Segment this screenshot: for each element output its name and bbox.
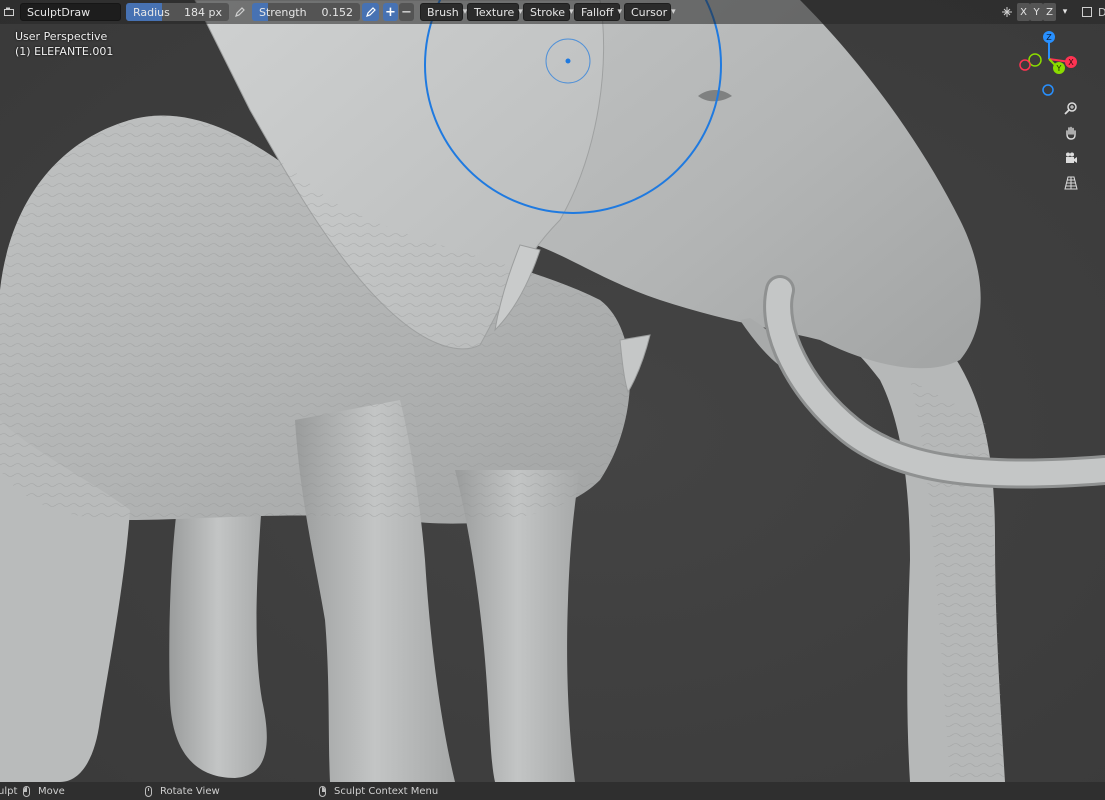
toggle-square-icon[interactable]	[1080, 3, 1094, 21]
3d-viewport[interactable]	[0, 0, 1105, 782]
mouse-middle-icon	[145, 785, 152, 797]
chevron-down-icon[interactable]: ▾	[1058, 3, 1072, 21]
grid-perspective-icon[interactable]	[1060, 172, 1082, 194]
strength-value: 0.152	[321, 5, 354, 19]
gizmo-y-label: Y	[1056, 64, 1062, 73]
status-context-label: Sculpt Context Menu	[334, 785, 439, 797]
chevron-down-icon: ▾	[569, 7, 574, 17]
gizmo-x-label: X	[1068, 58, 1074, 67]
gizmo-neg-y-axis[interactable]	[1028, 53, 1042, 67]
direction-subtract-button[interactable]: −	[399, 3, 414, 21]
brush-menu-label: Brush	[427, 5, 459, 19]
zoom-icon[interactable]	[1060, 97, 1082, 119]
texture-menu[interactable]: Texture ▾	[467, 3, 523, 21]
falloff-menu[interactable]: Falloff ▾	[574, 3, 623, 21]
cursor-menu[interactable]: Cursor ▾	[624, 3, 676, 21]
gizmo-z-label: Z	[1046, 33, 1052, 42]
radius-pressure-icon[interactable]	[231, 3, 248, 21]
symmetry-x-toggle[interactable]: X	[1017, 3, 1030, 21]
direction-add-button[interactable]: +	[383, 3, 398, 21]
symmetry-icon[interactable]	[1000, 3, 1014, 21]
falloff-menu-label: Falloff	[581, 5, 614, 19]
brush-menu[interactable]: Brush ▾	[420, 3, 467, 21]
radius-slider[interactable]: Radius 184 px	[126, 3, 229, 21]
strength-slider[interactable]: Strength 0.152	[252, 3, 360, 21]
chevron-down-icon: ▾	[671, 7, 676, 17]
symmetry-z-toggle[interactable]: Z	[1043, 3, 1056, 21]
cursor-menu-label: Cursor	[631, 5, 668, 19]
tool-header: SculptDraw Radius 184 px Strength 0.152 …	[0, 0, 1105, 24]
mouse-right-icon	[319, 785, 326, 797]
status-rotate-label: Rotate View	[160, 785, 220, 797]
mouse-left-icon	[23, 785, 30, 797]
header-cut-label[interactable]: D	[1098, 3, 1105, 21]
view-name: User Perspective	[15, 30, 108, 43]
chevron-down-icon: ▾	[617, 7, 623, 17]
status-context: Sculpt Context Menu	[319, 784, 438, 798]
strength-pressure-icon[interactable]	[362, 3, 379, 21]
status-rotate: Rotate View	[145, 784, 220, 798]
strength-label: Strength	[259, 5, 307, 19]
active-object-name: (1) ELEFANTE.001	[15, 45, 114, 58]
pan-hand-icon[interactable]	[1060, 122, 1082, 144]
gizmo-neg-x-axis[interactable]	[1019, 59, 1031, 71]
navigation-gizmo[interactable]: Z X Y	[1012, 28, 1086, 98]
symmetry-y-toggle[interactable]: Y	[1030, 3, 1043, 21]
brush-name-field[interactable]: SculptDraw	[20, 3, 121, 21]
radius-value: 184 px	[184, 5, 222, 19]
gizmo-neg-z-axis[interactable]	[1042, 84, 1054, 96]
viewport-info: User Perspective (1) ELEFANTE.001	[15, 29, 113, 59]
stroke-menu-label: Stroke	[530, 5, 566, 19]
radius-label: Radius	[133, 5, 170, 19]
stroke-menu[interactable]: Stroke ▾	[523, 3, 574, 21]
status-cut-label: ulpt	[0, 785, 18, 797]
camera-icon[interactable]	[1060, 147, 1082, 169]
status-move: Move	[23, 784, 65, 798]
status-bar: ulpt Move Rotate View Sculpt Context Men…	[0, 782, 1105, 800]
editor-type-icon[interactable]	[2, 3, 16, 21]
status-move-label: Move	[38, 785, 65, 797]
texture-menu-label: Texture	[474, 5, 515, 19]
